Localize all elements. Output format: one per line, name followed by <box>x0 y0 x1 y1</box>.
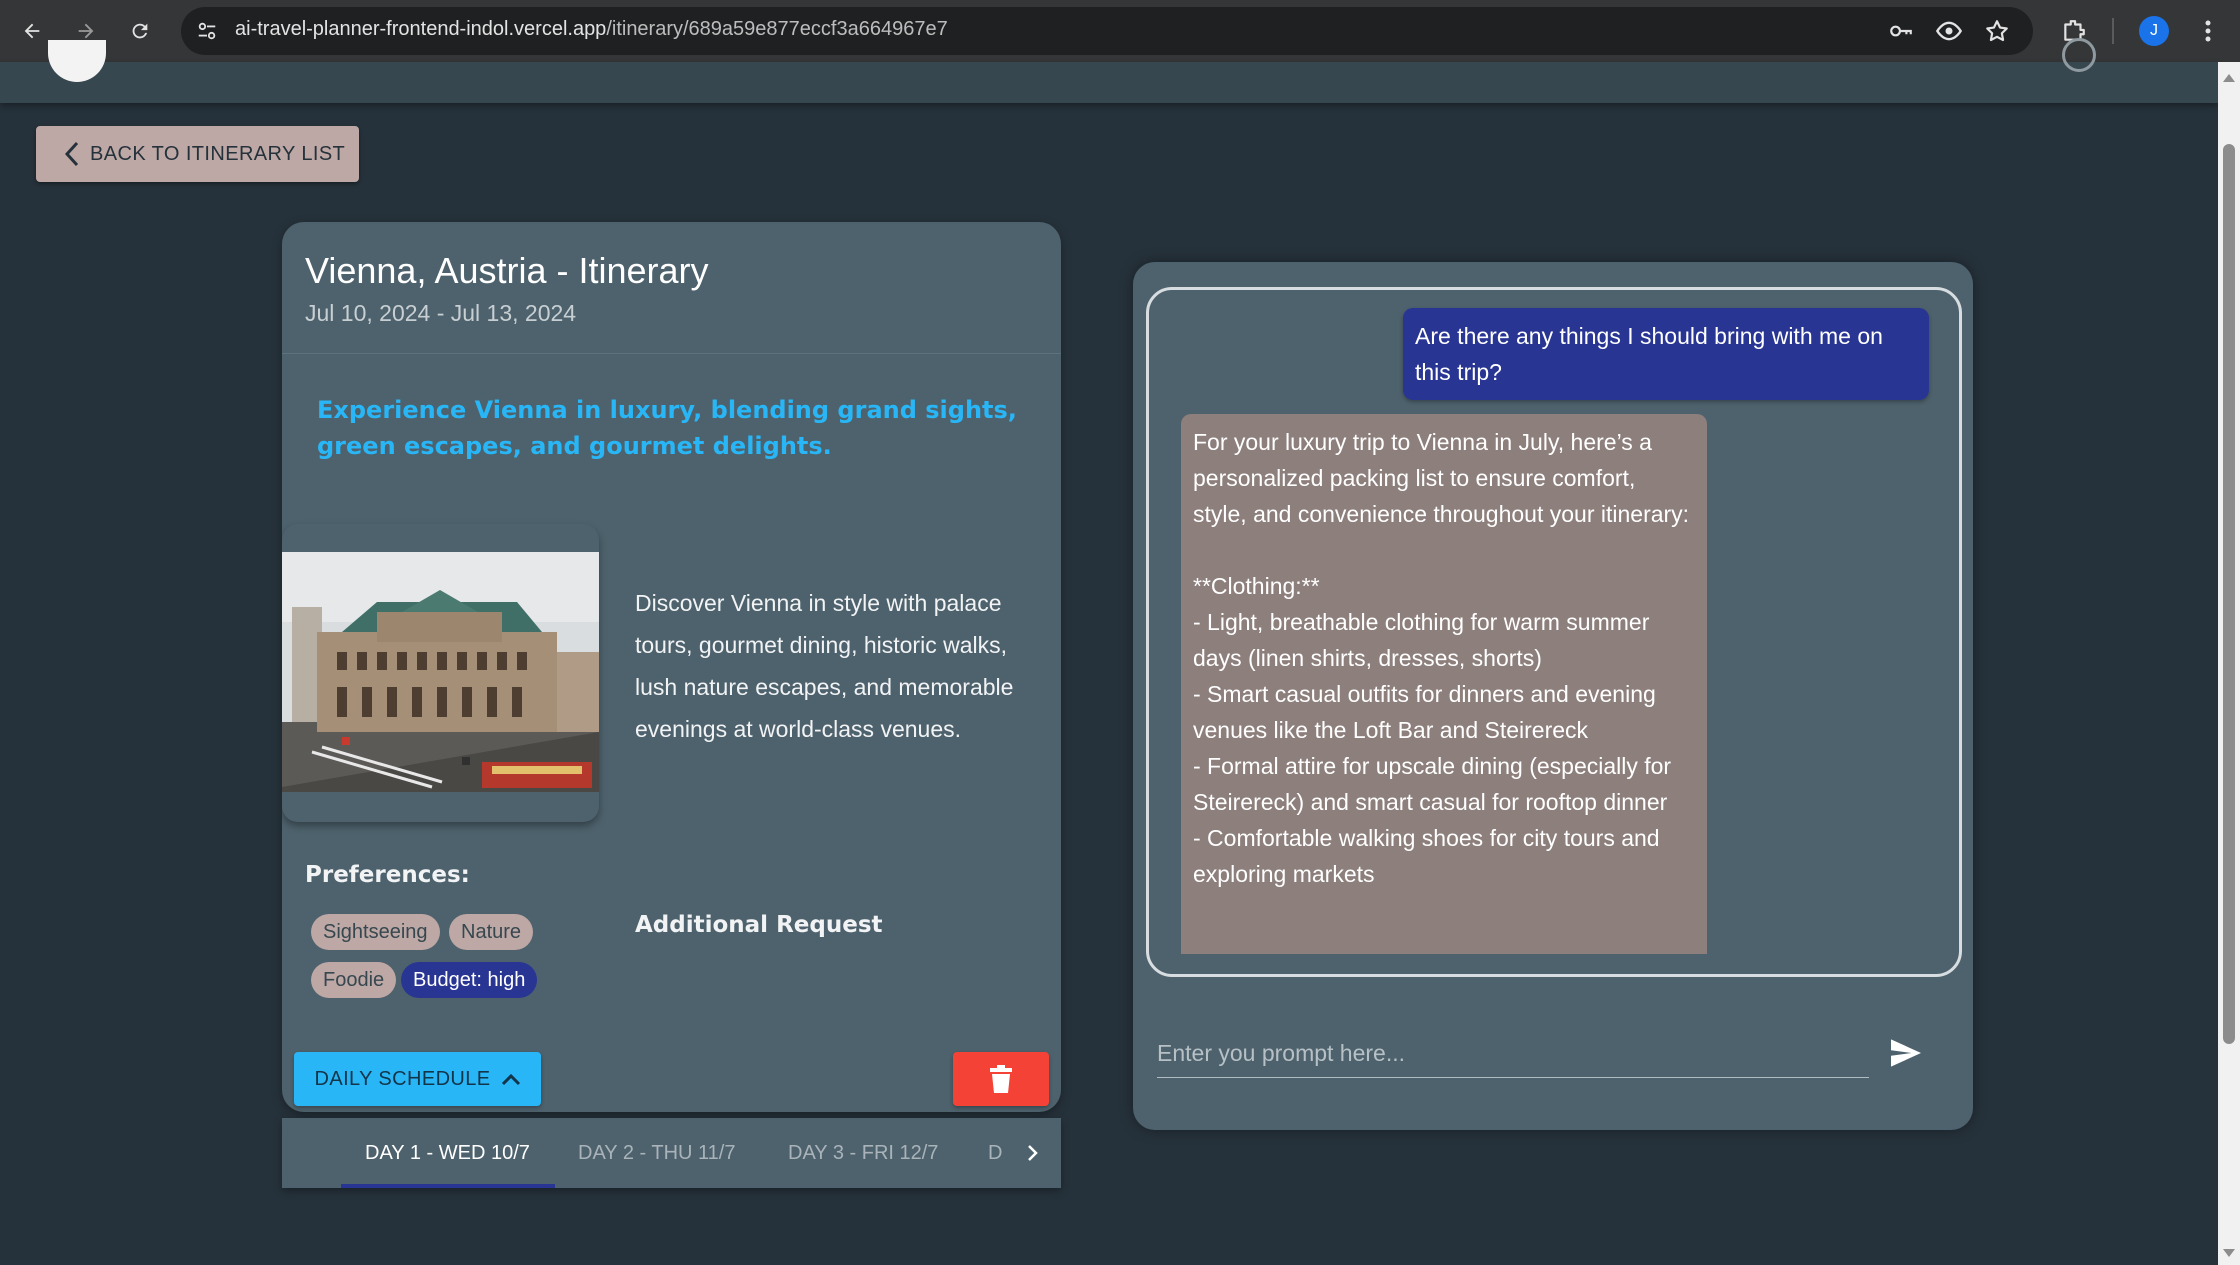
chat-messages[interactable]: Are there any things I should bring with… <box>1146 287 1962 977</box>
preferences-label: Preferences: <box>305 862 470 888</box>
profile-avatar[interactable]: J <box>2139 16 2169 46</box>
tab-day-1[interactable]: DAY 1 - WED 10/7 <box>365 1118 530 1188</box>
url-text: ai-travel-planner-frontend-indol.vercel.… <box>235 18 948 40</box>
reload-icon[interactable] <box>122 13 158 49</box>
chevron-right-icon[interactable] <box>1020 1140 1046 1166</box>
tab-day-4[interactable]: D <box>988 1118 1002 1188</box>
address-bar[interactable]: ai-travel-planner-frontend-indol.vercel.… <box>181 7 2033 55</box>
preference-chip-foodie: Foodie <box>311 962 397 998</box>
scrollbar-thumb[interactable] <box>2223 144 2235 1044</box>
star-icon[interactable] <box>1979 13 2015 49</box>
destination-image-card <box>282 524 599 822</box>
daily-schedule-label: DAILY SCHEDULE <box>314 1067 491 1090</box>
user-menu-icon[interactable] <box>2062 38 2096 72</box>
trash-icon <box>990 1065 1012 1093</box>
preference-chip-sightseeing: Sightseeing <box>311 914 440 950</box>
app-logo[interactable] <box>48 40 106 82</box>
chevron-left-icon <box>64 141 80 167</box>
prompt-input[interactable] <box>1157 1030 1869 1078</box>
assistant-message: For your luxury trip to Vienna in July, … <box>1181 414 1707 954</box>
back-button-label: BACK TO ITINERARY LIST <box>90 142 346 165</box>
itinerary-card: Vienna, Austria - Itinerary Jul 10, 2024… <box>282 222 1061 1112</box>
chevron-up-icon <box>501 1072 521 1086</box>
preference-chip-nature: Nature <box>449 914 534 950</box>
itinerary-tagline: Experience Vienna in luxury, blending gr… <box>317 396 1017 460</box>
send-icon <box>1889 1038 1923 1068</box>
user-message: Are there any things I should bring with… <box>1403 308 1929 400</box>
destination-photo <box>282 552 599 792</box>
more-icon[interactable] <box>2190 13 2226 49</box>
tab-day-2[interactable]: DAY 2 - THU 11/7 <box>578 1118 735 1188</box>
active-tab-indicator <box>341 1184 555 1188</box>
toolbar-separator <box>2112 18 2114 44</box>
key-icon[interactable] <box>1883 13 1919 49</box>
card-divider <box>282 353 1061 354</box>
back-arrow-icon[interactable] <box>14 13 50 49</box>
chat-panel: Are there any things I should bring with… <box>1133 262 1973 1130</box>
itinerary-title: Vienna, Austria - Itinerary <box>305 250 709 291</box>
app-header <box>0 38 2218 103</box>
browser-toolbar: ai-travel-planner-frontend-indol.vercel.… <box>0 0 2240 62</box>
itinerary-dates: Jul 10, 2024 - Jul 13, 2024 <box>305 300 577 326</box>
delete-itinerary-button[interactable] <box>953 1052 1049 1106</box>
day-tabs: DAY 1 - WED 10/7 DAY 2 - THU 11/7 DAY 3 … <box>282 1118 1061 1188</box>
tab-day-3[interactable]: DAY 3 - FRI 12/7 <box>788 1118 938 1188</box>
eye-icon[interactable] <box>1931 13 1967 49</box>
additional-request-label: Additional Request <box>635 912 883 938</box>
page-scrollbar[interactable] <box>2218 62 2240 1265</box>
itinerary-description: Discover Vienna in style with palace tou… <box>635 590 1014 742</box>
scroll-down-icon[interactable] <box>2223 1249 2235 1257</box>
send-button[interactable] <box>1885 1032 1927 1074</box>
scroll-up-icon[interactable] <box>2223 74 2235 82</box>
back-to-itinerary-list-button[interactable]: BACK TO ITINERARY LIST <box>36 126 359 182</box>
preference-chip-budget: Budget: high <box>401 962 538 998</box>
daily-schedule-button[interactable]: DAILY SCHEDULE <box>294 1052 541 1106</box>
site-settings-icon[interactable] <box>193 17 221 45</box>
